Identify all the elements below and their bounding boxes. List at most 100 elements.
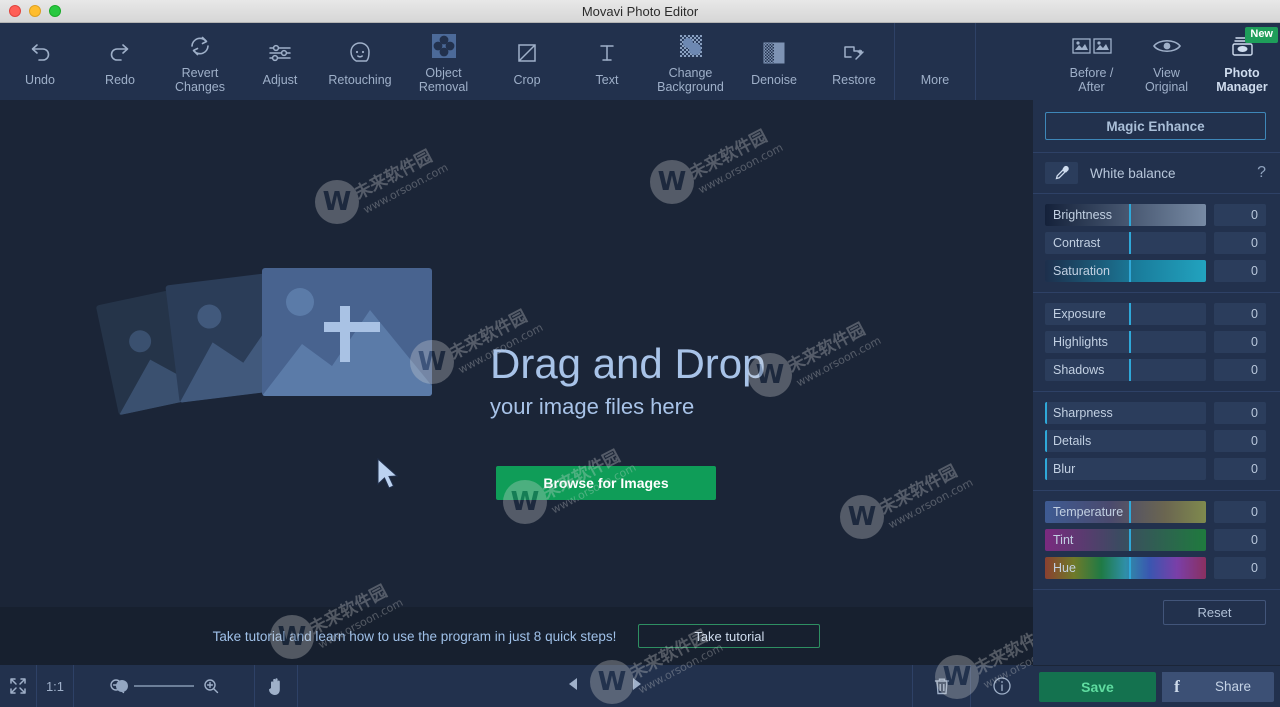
slider-label: Contrast <box>1053 236 1101 250</box>
slider-thumb[interactable] <box>1129 204 1131 226</box>
watermark: 未来软件园www.orsoon.com <box>315 147 450 224</box>
exposure-slider[interactable]: Exposure <box>1045 303 1206 325</box>
toolbar-label: Revert Changes <box>174 65 226 94</box>
slider-row: Sharpness 0 <box>1033 399 1280 427</box>
tint-slider[interactable]: Tint <box>1045 529 1206 551</box>
toolbar-item-crop[interactable]: Crop <box>487 23 567 100</box>
toolbar-label: More <box>920 72 950 87</box>
sharpness-slider[interactable]: Sharpness <box>1045 402 1206 424</box>
blur-value[interactable]: 0 <box>1214 458 1266 480</box>
toolbar-item-before-after[interactable]: Before / After <box>1054 23 1129 100</box>
contrast-value[interactable]: 0 <box>1214 232 1266 254</box>
slider-thumb[interactable] <box>1129 260 1131 282</box>
details-value[interactable]: 0 <box>1214 430 1266 452</box>
delete-button[interactable] <box>913 665 971 707</box>
toolbar-label: Text <box>595 72 619 87</box>
adjust-panel: Magic Enhance White balance ? Brightness <box>1033 100 1280 707</box>
slider-thumb[interactable] <box>1129 501 1131 523</box>
zoom-track[interactable] <box>116 680 194 692</box>
hue-value[interactable]: 0 <box>1214 557 1266 579</box>
toolbar-label: Before / After <box>1069 65 1114 94</box>
zoom-handle[interactable] <box>116 680 128 692</box>
toolbar-item-change-background[interactable]: Change Background <box>647 23 734 100</box>
exposure-value[interactable]: 0 <box>1214 303 1266 325</box>
slider-label: Blur <box>1053 462 1076 476</box>
toolbar-item-undo[interactable]: Undo <box>0 23 80 100</box>
save-button[interactable]: Save <box>1039 671 1156 702</box>
restore-icon <box>840 37 868 69</box>
toolbar-item-text[interactable]: Text <box>567 23 647 100</box>
watermark: 未来软件园www.orsoon.com <box>840 462 975 539</box>
slider-thumb[interactable] <box>1045 430 1047 452</box>
tint-value[interactable]: 0 <box>1214 529 1266 551</box>
slider-label: Shadows <box>1053 363 1105 377</box>
eyedropper-icon[interactable] <box>1045 162 1078 184</box>
shadows-value[interactable]: 0 <box>1214 359 1266 381</box>
actual-size-button[interactable]: 1:1 <box>37 665 74 707</box>
slider-thumb[interactable] <box>1129 303 1131 325</box>
fit-to-screen-button[interactable] <box>0 665 37 707</box>
blur-slider[interactable]: Blur <box>1045 458 1206 480</box>
slider-thumb[interactable] <box>1045 458 1047 480</box>
sharpness-value[interactable]: 0 <box>1214 402 1266 424</box>
slider-row: Blur 0 <box>1033 455 1280 483</box>
browse-for-images-button[interactable]: Browse for Images <box>496 466 716 500</box>
bottom-toolbar: 1:1 <box>0 665 1033 707</box>
toolbar-label: Redo <box>105 72 135 87</box>
toolbar-item-object-removal[interactable]: Object Removal <box>400 23 487 100</box>
magic-enhance-button[interactable]: Magic Enhance <box>1045 112 1266 140</box>
toolbar-item-revert-changes[interactable]: Revert Changes <box>160 23 240 100</box>
toolbar-item-denoise[interactable]: Denoise <box>734 23 814 100</box>
contrast-slider[interactable]: Contrast <box>1045 232 1206 254</box>
slider-thumb[interactable] <box>1129 331 1131 353</box>
slider-group-color: Temperature 0 Tint 0 Hue 0 <box>1033 491 1280 589</box>
slider-row: Contrast 0 <box>1033 229 1280 257</box>
previous-arrow-icon <box>569 677 577 690</box>
toolbar-label: Change Background <box>657 65 724 94</box>
take-tutorial-button[interactable]: Take tutorial <box>638 624 821 648</box>
more-icon <box>921 37 949 69</box>
slider-label: Exposure <box>1053 307 1106 321</box>
toolbar-item-redo[interactable]: Redo <box>80 23 160 100</box>
highlights-slider[interactable]: Highlights <box>1045 331 1206 353</box>
toolbar-item-view-original[interactable]: View Original <box>1129 23 1204 100</box>
hue-slider[interactable]: Hue <box>1045 557 1206 579</box>
slider-group-basic: Brightness 0 Contrast 0 Saturation 0 <box>1033 194 1280 292</box>
saturation-slider[interactable]: Saturation <box>1045 260 1206 282</box>
undo-icon <box>26 37 54 69</box>
zoom-slider[interactable] <box>74 665 255 707</box>
slider-thumb[interactable] <box>1129 359 1131 381</box>
highlights-value[interactable]: 0 <box>1214 331 1266 353</box>
slider-thumb[interactable] <box>1045 402 1047 424</box>
slider-thumb[interactable] <box>1129 529 1131 551</box>
brightness-value[interactable]: 0 <box>1214 204 1266 226</box>
toolbar-item-retouching[interactable]: Retouching <box>320 23 400 100</box>
slider-thumb[interactable] <box>1129 232 1131 254</box>
white-balance-row: White balance ? <box>1033 153 1280 193</box>
saturation-value[interactable]: 0 <box>1214 260 1266 282</box>
toolbar-item-photo-manager[interactable]: Photo Manager New <box>1204 23 1280 100</box>
share-button[interactable]: f Share <box>1161 671 1274 702</box>
help-icon[interactable]: ? <box>1257 164 1266 182</box>
next-image-button[interactable] <box>630 676 644 697</box>
slider-thumb[interactable] <box>1129 557 1131 579</box>
slider-label: Temperature <box>1053 505 1124 519</box>
editor-canvas[interactable]: Drag and Drop your image files here Brow… <box>0 100 1033 607</box>
mouse-cursor-icon <box>375 457 401 496</box>
toolbar-item-restore[interactable]: Restore <box>814 23 894 100</box>
slider-row: Tint 0 <box>1033 526 1280 554</box>
previous-image-button[interactable] <box>566 676 580 697</box>
temperature-slider[interactable]: Temperature <box>1045 501 1206 523</box>
brightness-slider[interactable]: Brightness <box>1045 204 1206 226</box>
slider-label: Details <box>1053 434 1092 448</box>
pan-tool-button[interactable] <box>255 665 298 707</box>
temperature-value[interactable]: 0 <box>1214 501 1266 523</box>
toolbar-item-more[interactable]: More <box>895 23 975 100</box>
drop-placeholder-stack <box>95 245 432 416</box>
shadows-slider[interactable]: Shadows <box>1045 359 1206 381</box>
reset-button[interactable]: Reset <box>1163 600 1266 625</box>
toolbar-item-adjust[interactable]: Adjust <box>240 23 320 100</box>
info-button[interactable] <box>971 665 1033 707</box>
details-slider[interactable]: Details <box>1045 430 1206 452</box>
white-balance-label: White balance <box>1090 165 1176 181</box>
